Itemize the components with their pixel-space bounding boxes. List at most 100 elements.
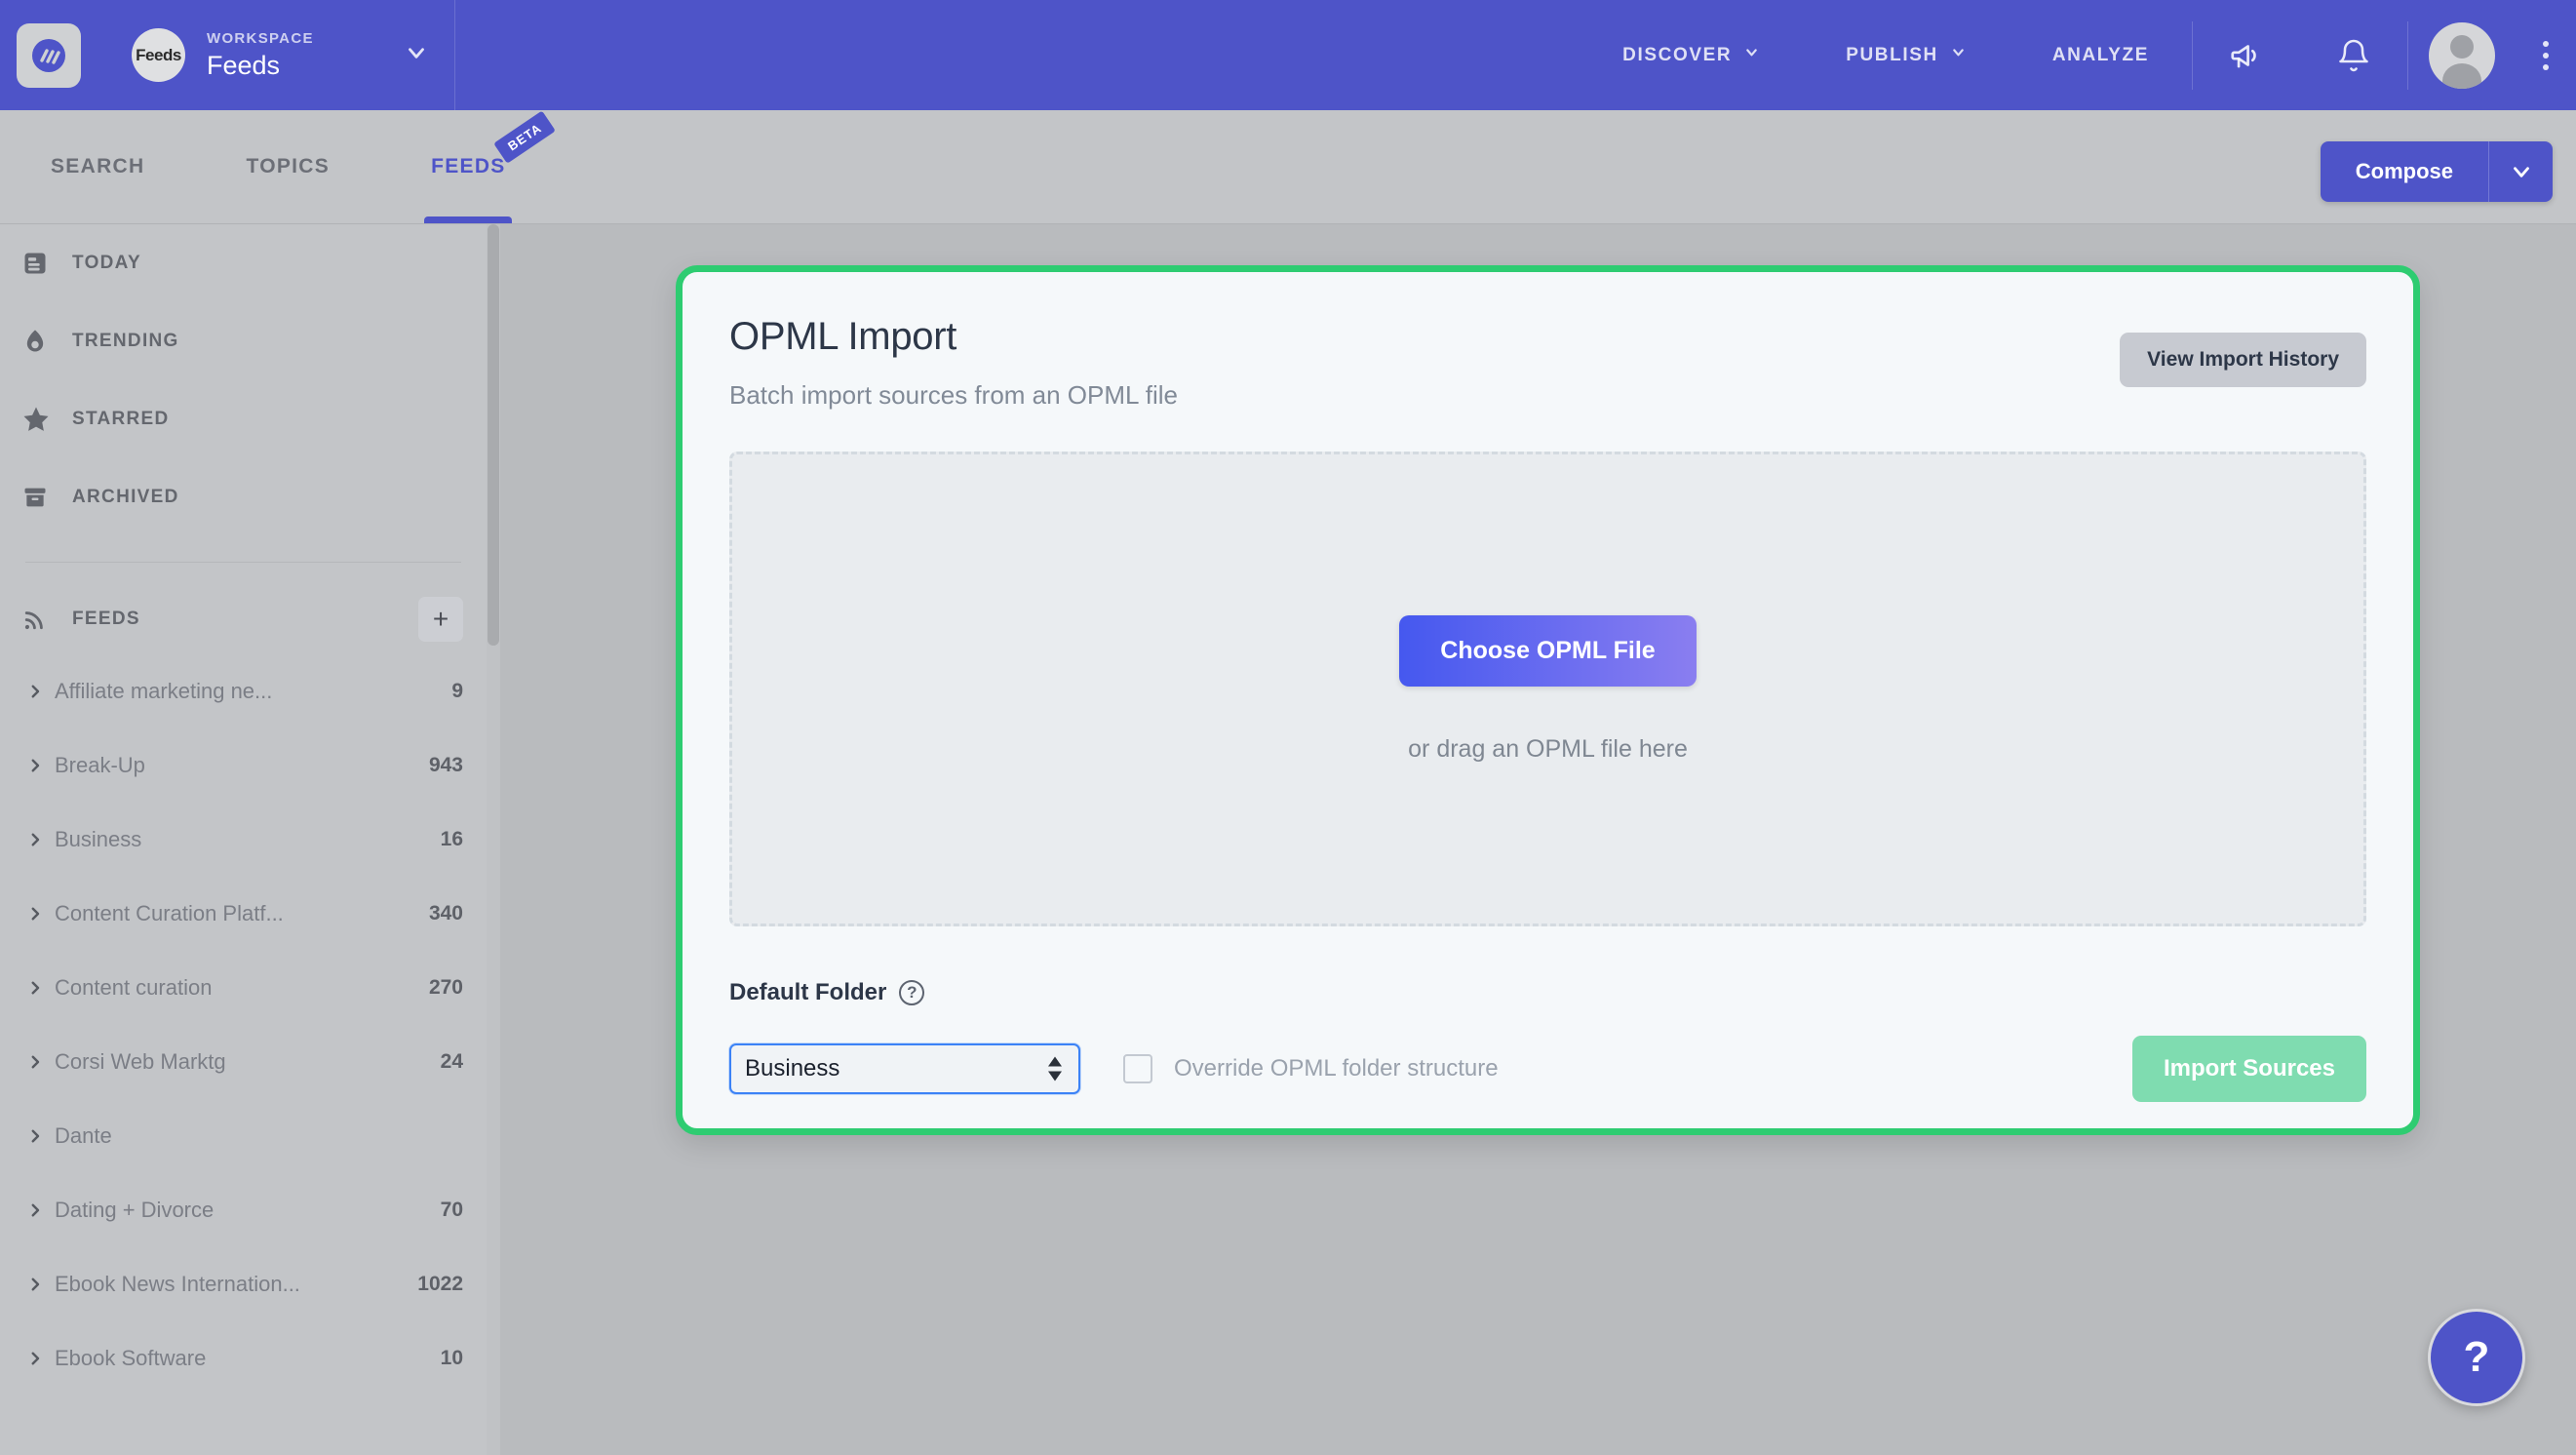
page-subtitle: Batch import sources from an OPML file [729, 380, 1178, 410]
list-item[interactable]: Ebook Software 10 [0, 1321, 500, 1396]
workspace-name: Feeds [207, 50, 281, 80]
feed-name: Dating + Divorce [55, 1198, 215, 1222]
chevron-down-icon [1743, 44, 1760, 66]
beta-badge: BETA [493, 110, 557, 164]
list-item[interactable]: Ebook News Internation... 1022 [0, 1247, 500, 1321]
view-import-history-button[interactable]: View Import History [2120, 333, 2366, 387]
nav-item-publish-label: PUBLISH [1846, 44, 1938, 65]
workspace-label: WORKSPACE [207, 29, 314, 47]
list-item[interactable]: Business 16 [0, 803, 500, 877]
override-folder-structure-checkbox[interactable] [1123, 1054, 1152, 1083]
tab-topics-label: TOPICS [246, 154, 331, 177]
workspace-switcher[interactable]: Feeds WORKSPACE Feeds [132, 0, 455, 110]
chevron-right-icon[interactable] [16, 683, 55, 700]
help-button[interactable]: ? [2428, 1309, 2525, 1406]
feed-count: 10 [440, 1347, 463, 1369]
list-item[interactable]: Dating + Divorce 70 [0, 1173, 500, 1247]
bell-icon[interactable] [2300, 0, 2407, 110]
megaphone-icon[interactable] [2193, 0, 2300, 110]
choose-opml-file-button[interactable]: Choose OPML File [1399, 614, 1697, 687]
compose-button-group: Compose [2320, 141, 2553, 202]
list-item[interactable]: Content curation 270 [0, 951, 500, 1025]
nav-item-discover[interactable]: DISCOVER [1580, 0, 1803, 110]
sidebar-scrollbar[interactable] [487, 224, 500, 1455]
chevron-right-icon[interactable] [16, 905, 55, 923]
chevron-down-icon [1950, 44, 1967, 66]
sidebar-scrollbar-thumb[interactable] [488, 224, 499, 646]
feed-name: Ebook News Internation... [55, 1272, 300, 1296]
chevron-right-icon[interactable] [16, 1053, 55, 1071]
list-item[interactable]: Content Curation Platf... 340 [0, 877, 500, 951]
flame-icon [21, 328, 72, 355]
feed-name: Break-Up [55, 753, 145, 777]
feed-count: 16 [440, 828, 463, 850]
feed-name: Corsi Web Marktg [55, 1049, 226, 1074]
feed-count: 270 [428, 976, 463, 999]
chevron-right-icon[interactable] [16, 757, 55, 774]
chevron-right-icon[interactable] [16, 1350, 55, 1367]
sidebar-item-trending-label: TRENDING [72, 331, 179, 351]
sidebar-divider [25, 562, 461, 563]
feed-name: Dante [55, 1123, 112, 1148]
import-sources-button[interactable]: Import Sources [2131, 1036, 2366, 1102]
chevron-right-icon[interactable] [16, 1127, 55, 1145]
sidebar-item-today[interactable]: TODAY [0, 224, 500, 302]
tab-bar: SEARCH TOPICS FEEDS BETA [0, 109, 557, 223]
default-folder-value: Business [745, 1055, 840, 1081]
add-feed-button[interactable]: + [418, 597, 463, 642]
archive-icon [21, 484, 72, 511]
tab-topics[interactable]: TOPICS [195, 109, 380, 223]
more-vertical-icon[interactable] [2516, 0, 2576, 110]
opml-import-card: OPML Import Batch import sources from an… [676, 265, 2420, 1135]
default-folder-label: Default Folder [729, 979, 887, 1005]
sidebar-item-archived[interactable]: ARCHIVED [0, 458, 500, 536]
select-stepper-arrows-icon [1047, 1056, 1063, 1081]
nav-item-analyze[interactable]: ANALYZE [2010, 0, 2192, 110]
tab-search[interactable]: SEARCH [0, 109, 195, 223]
rss-icon [21, 606, 72, 633]
tab-feeds[interactable]: FEEDS BETA [380, 109, 557, 223]
today-icon [21, 250, 72, 277]
user-avatar-button[interactable] [2408, 0, 2516, 110]
sidebar-feeds-title: FEEDS [72, 609, 140, 629]
opml-dropzone[interactable]: Choose OPML File or drag an OPML file he… [729, 452, 2366, 926]
list-item[interactable]: Corsi Web Marktg 24 [0, 1025, 500, 1099]
sidebar-item-trending[interactable]: TRENDING [0, 302, 500, 380]
chevron-right-icon[interactable] [16, 1276, 55, 1293]
list-item[interactable]: Affiliate marketing ne... 9 [0, 654, 500, 728]
feed-name: Business [55, 827, 142, 851]
list-item[interactable]: Dante [0, 1099, 500, 1173]
nav-item-analyze-label: ANALYZE [2051, 44, 2149, 65]
sidebar: TODAY TRENDING STARRED ARCHIVED FEEDS + … [0, 224, 500, 1455]
sidebar-feeds-section-header: FEEDS + [0, 584, 500, 654]
feed-count: 70 [440, 1199, 463, 1221]
chevron-right-icon[interactable] [16, 1201, 55, 1219]
compose-button[interactable]: Compose [2320, 141, 2488, 202]
feed-count: 943 [428, 754, 463, 776]
feed-name: Ebook Software [55, 1346, 207, 1370]
nav-item-discover-label: DISCOVER [1622, 44, 1733, 65]
compose-dropdown-button[interactable] [2488, 141, 2553, 202]
nav-item-publish[interactable]: PUBLISH [1803, 0, 2010, 110]
chevron-right-icon[interactable] [16, 979, 55, 997]
list-item[interactable]: Break-Up 943 [0, 728, 500, 803]
chevron-down-icon[interactable] [404, 40, 429, 70]
drag-hint-text: or drag an OPML file here [1408, 734, 1688, 763]
workspace-text: WORKSPACE Feeds [207, 30, 314, 81]
feed-count: 1022 [417, 1273, 463, 1295]
question-circle-icon[interactable]: ? [899, 980, 925, 1005]
kebab-dot [2543, 52, 2549, 59]
card-footer-controls: Business Override OPML folder structure … [729, 1036, 2366, 1102]
override-folder-structure-row: Override OPML folder structure [1123, 1054, 1499, 1083]
chevron-right-icon[interactable] [16, 831, 55, 848]
app-logo-icon[interactable] [17, 22, 81, 88]
sidebar-item-starred-label: STARRED [72, 409, 170, 429]
feed-name: Affiliate marketing ne... [55, 679, 273, 703]
default-folder-select[interactable]: Business [729, 1043, 1080, 1094]
feed-name: Content Curation Platf... [55, 901, 284, 925]
kebab-dot [2543, 40, 2549, 47]
feed-name: Content curation [55, 975, 213, 1000]
top-nav-menu: DISCOVER PUBLISH ANALYZE [1580, 0, 2576, 110]
workspace-avatar: Feeds [132, 28, 185, 82]
sidebar-item-starred[interactable]: STARRED [0, 380, 500, 458]
